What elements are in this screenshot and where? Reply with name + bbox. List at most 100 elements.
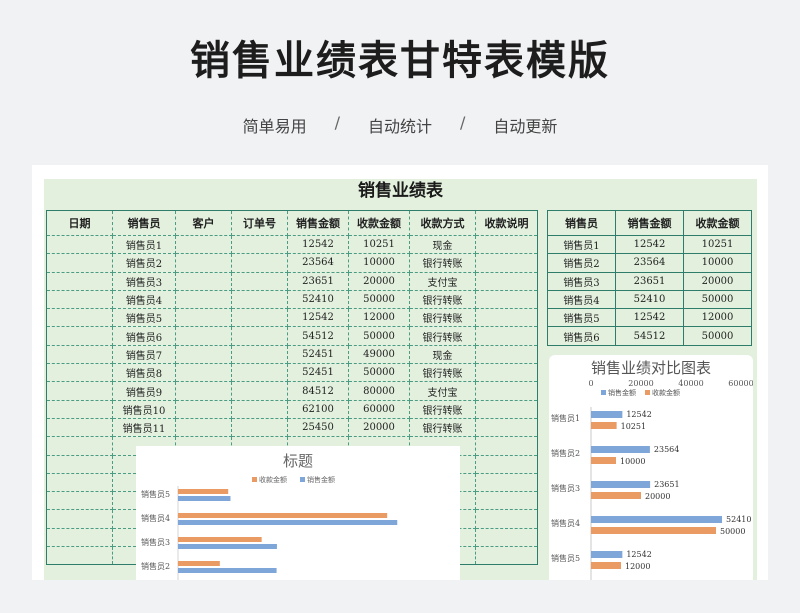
cell-customer[interactable] (175, 308, 232, 328)
cell-sales[interactable]: 23651 (287, 271, 349, 291)
summary-cell[interactable]: 销售员2 (547, 253, 616, 273)
cell-date[interactable] (46, 381, 113, 401)
cell-seller[interactable]: 销售员8 (112, 363, 176, 383)
cell-sales[interactable]: 12542 (287, 234, 349, 255)
empty-cell[interactable] (46, 509, 113, 529)
cell-customer[interactable] (175, 253, 232, 273)
summary-cell[interactable]: 10000 (683, 253, 752, 273)
cell-method[interactable]: 现金 (409, 234, 476, 255)
summary-cell[interactable]: 50000 (683, 326, 752, 346)
cell-sales[interactable]: 52451 (287, 344, 349, 365)
cell-sales[interactable]: 62100 (287, 399, 349, 419)
cell-seller[interactable]: 销售员5 (112, 308, 176, 328)
cell-date[interactable] (46, 289, 113, 310)
summary-cell[interactable]: 50000 (683, 289, 752, 310)
cell-method[interactable]: 支付宝 (409, 271, 476, 291)
cell-customer[interactable] (175, 363, 232, 383)
summary-cell[interactable]: 12542 (615, 308, 684, 328)
cell-method[interactable]: 银行转账 (409, 308, 476, 328)
cell-seller[interactable]: 销售员6 (112, 326, 176, 346)
cell-date[interactable] (46, 363, 113, 383)
cell-order[interactable] (231, 363, 288, 383)
empty-cell[interactable] (46, 546, 113, 566)
cell-order[interactable] (231, 271, 288, 291)
empty-cell[interactable] (475, 454, 538, 474)
cell-seller[interactable]: 销售员4 (112, 289, 176, 310)
empty-cell[interactable] (46, 472, 113, 493)
cell-date[interactable] (46, 308, 113, 328)
cell-received[interactable]: 20000 (348, 271, 410, 291)
cell-note[interactable] (475, 234, 538, 255)
cell-customer[interactable] (175, 271, 232, 291)
cell-method[interactable]: 银行转账 (409, 399, 476, 419)
cell-note[interactable] (475, 326, 538, 346)
cell-received[interactable]: 50000 (348, 326, 410, 346)
cell-sales[interactable]: 52451 (287, 363, 349, 383)
cell-order[interactable] (231, 326, 288, 346)
cell-date[interactable] (46, 417, 113, 438)
empty-cell[interactable] (475, 546, 538, 566)
cell-note[interactable] (475, 271, 538, 291)
summary-cell[interactable]: 销售员5 (547, 308, 616, 328)
cell-seller[interactable]: 销售员1 (112, 234, 176, 255)
cell-received[interactable]: 12000 (348, 308, 410, 328)
cell-received[interactable]: 49000 (348, 344, 410, 365)
cell-method[interactable]: 支付宝 (409, 381, 476, 401)
cell-date[interactable] (46, 271, 113, 291)
summary-cell[interactable]: 12000 (683, 308, 752, 328)
empty-cell[interactable] (46, 491, 113, 511)
cell-sales[interactable]: 52410 (287, 289, 349, 310)
cell-sales[interactable]: 84512 (287, 381, 349, 401)
empty-cell[interactable] (475, 472, 538, 493)
cell-order[interactable] (231, 399, 288, 419)
cell-customer[interactable] (175, 326, 232, 346)
cell-date[interactable] (46, 253, 113, 273)
summary-cell[interactable]: 销售员4 (547, 289, 616, 310)
cell-order[interactable] (231, 253, 288, 273)
cell-seller[interactable]: 销售员10 (112, 399, 176, 419)
cell-note[interactable] (475, 363, 538, 383)
empty-cell[interactable] (475, 509, 538, 529)
cell-customer[interactable] (175, 234, 232, 255)
cell-method[interactable]: 银行转账 (409, 363, 476, 383)
cell-received[interactable]: 60000 (348, 399, 410, 419)
cell-received[interactable]: 50000 (348, 289, 410, 310)
summary-cell[interactable]: 销售员1 (547, 234, 616, 255)
empty-cell[interactable] (46, 527, 113, 548)
cell-order[interactable] (231, 381, 288, 401)
cell-method[interactable]: 现金 (409, 344, 476, 365)
cell-order[interactable] (231, 344, 288, 365)
cell-customer[interactable] (175, 417, 232, 438)
empty-cell[interactable] (46, 436, 113, 456)
cell-method[interactable]: 银行转账 (409, 417, 476, 438)
cell-date[interactable] (46, 234, 113, 255)
cell-sales[interactable]: 54512 (287, 326, 349, 346)
cell-customer[interactable] (175, 381, 232, 401)
cell-sales[interactable]: 25450 (287, 417, 349, 438)
cell-received[interactable]: 20000 (348, 417, 410, 438)
cell-note[interactable] (475, 399, 538, 419)
empty-cell[interactable] (475, 491, 538, 511)
empty-cell[interactable] (46, 454, 113, 474)
summary-cell[interactable]: 23564 (615, 253, 684, 273)
summary-cell[interactable]: 12542 (615, 234, 684, 255)
cell-note[interactable] (475, 344, 538, 365)
cell-sales[interactable]: 23564 (287, 253, 349, 273)
cell-note[interactable] (475, 289, 538, 310)
cell-received[interactable]: 80000 (348, 381, 410, 401)
cell-date[interactable] (46, 399, 113, 419)
cell-customer[interactable] (175, 399, 232, 419)
cell-order[interactable] (231, 234, 288, 255)
summary-cell[interactable]: 23651 (615, 271, 684, 291)
cell-note[interactable] (475, 308, 538, 328)
cell-seller[interactable]: 销售员9 (112, 381, 176, 401)
summary-cell[interactable]: 54512 (615, 326, 684, 346)
cell-received[interactable]: 50000 (348, 363, 410, 383)
cell-note[interactable] (475, 381, 538, 401)
cell-received[interactable]: 10251 (348, 234, 410, 255)
cell-method[interactable]: 银行转账 (409, 326, 476, 346)
cell-customer[interactable] (175, 344, 232, 365)
cell-seller[interactable]: 销售员2 (112, 253, 176, 273)
summary-cell[interactable]: 销售员3 (547, 271, 616, 291)
cell-order[interactable] (231, 289, 288, 310)
